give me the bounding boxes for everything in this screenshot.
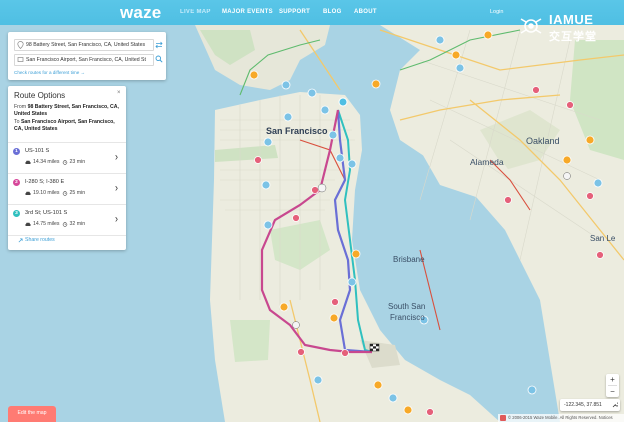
car-icon: [25, 222, 31, 226]
map-label-san-leandro: San Le: [590, 234, 616, 243]
nav-link-support[interactable]: SUPPORT: [279, 9, 310, 15]
clock-icon: [62, 159, 67, 165]
edit-the-map-button[interactable]: Edit the map: [8, 406, 56, 422]
to-location-value: San Francisco Airport, San Francisco, CA…: [26, 57, 146, 63]
route-stats: 14.75 miles 32 min: [25, 221, 85, 227]
watermark-text-en: IAMUE: [549, 12, 594, 27]
to-address: San Francisco Airport, San Francisco, CA…: [14, 118, 115, 133]
destination-flag-icon: [17, 57, 24, 62]
route-options-title: Route Options: [14, 91, 66, 100]
check-different-time-link[interactable]: Check routes for a different time →: [14, 70, 85, 75]
to-prefix: To: [14, 118, 20, 125]
route-time: 25 min: [69, 190, 86, 196]
footer-bar: © 2006-2015 Waze Mobile. All Rights Rese…: [498, 414, 624, 422]
route-name: 3rd St; US-101 S: [25, 210, 68, 216]
zoom-in-button[interactable]: +: [606, 374, 619, 385]
coordinates-value: -122.345, 37.851: [564, 402, 602, 408]
chevron-right-icon: ›: [115, 151, 118, 163]
route-name: US-101 S: [25, 148, 50, 154]
route-distance: 14.75 miles: [33, 221, 60, 227]
route-distance: 14.34 miles: [33, 159, 60, 165]
share-routes-link[interactable]: Share routes: [25, 237, 55, 243]
route-option-3[interactable]: 3 3rd St; US-101 S 14.75 miles 32 min ›: [8, 204, 126, 235]
login-link[interactable]: Login: [490, 9, 503, 15]
wrench-icon[interactable]: [612, 402, 618, 408]
from-location-value: 98 Battery Street, San Francisco, CA, Un…: [26, 42, 146, 48]
location-pin-icon: [17, 41, 24, 49]
chevron-right-icon: ›: [115, 182, 118, 194]
from-prefix: From: [14, 104, 27, 110]
map-label-brisbane: Brisbane: [393, 255, 425, 264]
watermark-text-cn: 交互学堂: [549, 31, 597, 43]
route-number-badge: 2: [13, 179, 20, 186]
map-label-south-sf-2: Francisco: [390, 313, 425, 322]
clock-icon: [62, 190, 67, 196]
search-icon[interactable]: [155, 55, 163, 63]
route-option-2[interactable]: 2 I-280 S; I-380 E 19.10 miles 25 min ›: [8, 173, 126, 204]
divider: [8, 235, 126, 236]
route-name: I-280 S; I-380 E: [25, 179, 65, 185]
nav-link-live-map[interactable]: LIVE MAP: [180, 9, 211, 15]
zoom-control: + −: [606, 374, 619, 397]
nav-link-blog[interactable]: BLOG: [323, 9, 342, 15]
zoom-out-button[interactable]: −: [606, 386, 619, 397]
from-address: 98 Battery Street, San Francisco, CA, Un…: [14, 104, 119, 118]
route-time: 32 min: [69, 221, 86, 227]
nav-link-about[interactable]: ABOUT: [354, 9, 377, 15]
close-icon[interactable]: ×: [117, 90, 121, 96]
map-label-oakland: Oakland: [526, 136, 560, 146]
route-option-1[interactable]: 1 US-101 S 14.34 miles 23 min ›: [8, 142, 126, 173]
route-number-badge: 3: [13, 210, 20, 217]
map-label-alameda: Alameda: [470, 157, 504, 167]
route-description: From 98 Battery Street, San Francisco, C…: [14, 104, 122, 134]
route-distance: 19.10 miles: [33, 190, 60, 196]
route-options-panel: Route Options × From 98 Battery Street, …: [8, 86, 126, 250]
route-search-panel: 98 Battery Street, San Francisco, CA, Un…: [8, 32, 166, 80]
from-location-input[interactable]: 98 Battery Street, San Francisco, CA, Un…: [14, 39, 154, 51]
footer-copyright: © 2006-2015 Waze Mobile. All Rights Rese…: [508, 415, 613, 420]
waze-footer-logo-icon: [500, 415, 506, 421]
route-stats: 19.10 miles 25 min: [25, 190, 85, 196]
swap-icon[interactable]: [155, 41, 163, 49]
route-stats: 14.34 miles 23 min: [25, 159, 85, 165]
car-icon: [25, 191, 31, 195]
to-location-input[interactable]: San Francisco Airport, San Francisco, CA…: [14, 54, 154, 66]
map-label-south-sf-1: South San: [388, 302, 426, 311]
car-icon: [25, 160, 31, 164]
clock-icon: [62, 221, 67, 227]
waze-logo[interactable]: waze: [120, 3, 161, 23]
route-time: 23 min: [69, 159, 86, 165]
nav-link-major-events[interactable]: MAJOR EVENTS: [222, 9, 273, 15]
chevron-right-icon: ›: [115, 213, 118, 225]
share-icon: [18, 238, 23, 243]
coordinates-readout: -122.345, 37.851: [560, 399, 620, 411]
route-number-badge: 1: [13, 148, 20, 155]
map-label-san-francisco: San Francisco: [266, 126, 328, 136]
